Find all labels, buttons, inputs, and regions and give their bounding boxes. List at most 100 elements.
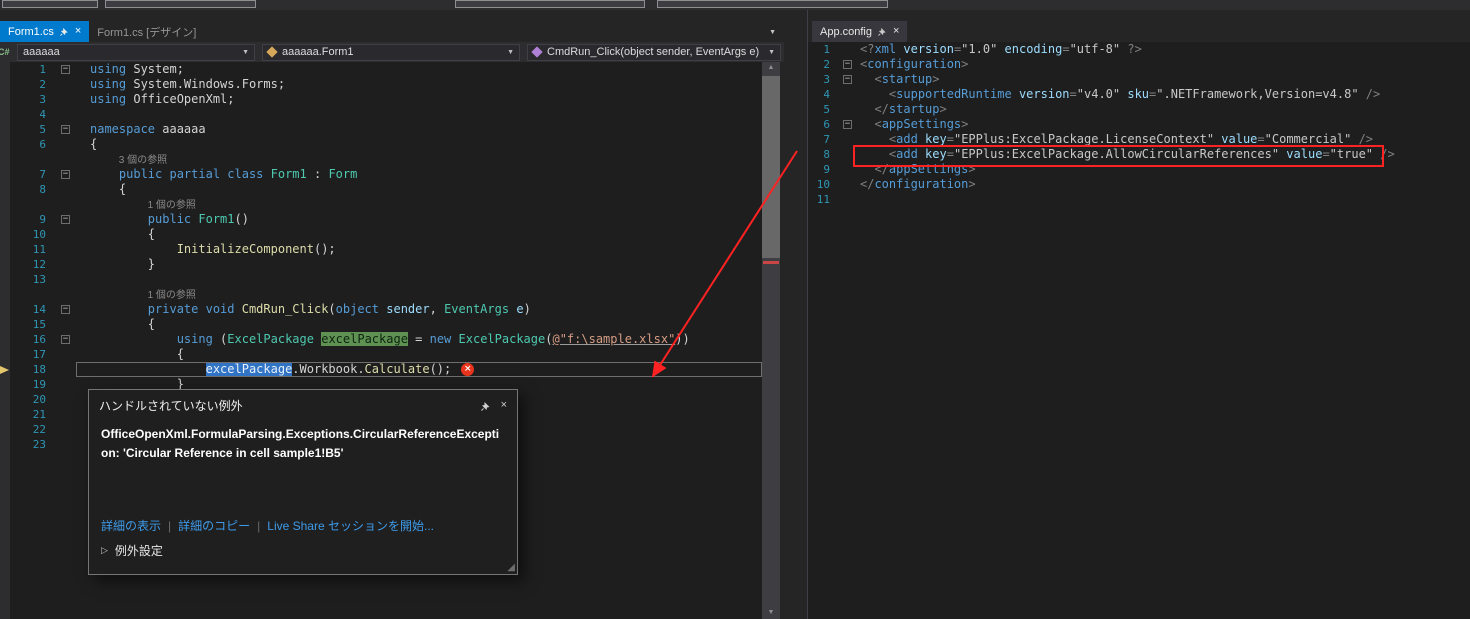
code-text[interactable]: public partial class Form1 : Form (76, 167, 762, 182)
code-line[interactable]: 4 (10, 107, 762, 122)
resize-grip-icon[interactable]: ◢ (507, 562, 515, 573)
code-text[interactable] (76, 107, 762, 122)
fold-collapse-icon[interactable]: − (843, 60, 852, 69)
code-line[interactable]: 3 − <startup> (808, 72, 1470, 87)
fold-toggle[interactable]: − (56, 122, 76, 137)
fold-collapse-icon[interactable]: − (61, 65, 70, 74)
code-line[interactable]: 9 </appSettings> (808, 162, 1470, 177)
toolbar-control-fragment[interactable] (2, 0, 98, 8)
fold-collapse-icon[interactable]: − (61, 170, 70, 179)
fold-toggle[interactable]: − (56, 167, 76, 182)
fold-toggle[interactable]: − (838, 72, 856, 87)
code-text[interactable]: <appSettings> (856, 117, 1470, 132)
member-dropdown[interactable]: CmdRun_Click(object sender, EventArgs e)… (527, 43, 781, 61)
code-line[interactable]: 14 − private void CmdRun_Click(object sen… (10, 302, 762, 317)
exception-error-icon[interactable]: × (461, 363, 475, 376)
code-line[interactable]: 6{ (10, 137, 762, 152)
code-text[interactable]: </configuration> (856, 177, 1470, 192)
pin-icon[interactable] (878, 27, 887, 36)
code-line[interactable]: 17 { (10, 347, 762, 362)
code-text[interactable] (76, 272, 762, 287)
code-text[interactable] (856, 192, 1470, 207)
code-text[interactable]: 3 個の参照 (76, 152, 762, 167)
pin-icon[interactable] (59, 27, 69, 36)
code-line[interactable]: 2 − <configuration> (808, 57, 1470, 72)
code-line[interactable]: 12 } (10, 257, 762, 272)
tab-form1cs-designer[interactable]: Form1.cs [デザイン] (89, 21, 204, 42)
fold-toggle[interactable]: − (56, 332, 76, 347)
code-line[interactable]: 5 </startup> (808, 102, 1470, 117)
code-text[interactable]: <add key="EPPlus:ExcelPackage.AllowCircu… (856, 147, 1470, 162)
code-text[interactable]: <startup> (856, 72, 1470, 87)
code-line[interactable]: 1 <?xml version="1.0" encoding="utf-8" ?> (808, 42, 1470, 57)
code-text[interactable]: } (76, 257, 762, 272)
code-text[interactable]: </startup> (856, 102, 1470, 117)
code-text[interactable]: <add key="EPPlus:ExcelPackage.LicenseCon… (856, 132, 1470, 147)
scroll-down-icon[interactable]: ▼ (762, 607, 780, 619)
code-text[interactable]: public Form1() (76, 212, 762, 227)
code-text[interactable]: { (76, 182, 762, 197)
fold-toggle[interactable]: − (56, 302, 76, 317)
close-icon[interactable]: × (893, 26, 899, 37)
codelens-references[interactable]: 1 個の参照 (90, 288, 196, 303)
code-text[interactable]: using OfficeOpenXml; (76, 92, 762, 107)
link-view-details[interactable]: 詳細の表示 (101, 517, 161, 534)
code-text[interactable]: excelPackage.Workbook.Calculate(); × (76, 362, 762, 377)
fold-collapse-icon[interactable]: − (61, 335, 70, 344)
code-line[interactable]: 1− using System; (10, 62, 762, 77)
fold-collapse-icon[interactable]: − (61, 305, 70, 314)
close-icon[interactable]: × (75, 26, 81, 37)
type-dropdown[interactable]: aaaaaa.Form1 ▼ (262, 43, 520, 61)
codelens-row[interactable]: 3 個の参照 (10, 152, 762, 167)
fold-toggle[interactable]: − (56, 212, 76, 227)
code-text[interactable]: 1 個の参照 (76, 197, 762, 212)
toolbar-control-fragment[interactable] (455, 0, 645, 8)
code-line[interactable]: 2 using System.Windows.Forms; (10, 77, 762, 92)
fold-toggle[interactable]: − (838, 117, 856, 132)
code-editor-appconfig[interactable]: 1 <?xml version="1.0" encoding="utf-8" ?>… (808, 42, 1470, 619)
link-copy-details[interactable]: 詳細のコピー (178, 517, 250, 534)
chevron-down-icon[interactable]: ▼ (769, 29, 776, 36)
exception-settings-expander[interactable]: ▷ 例外設定 (101, 542, 163, 559)
project-dropdown[interactable]: aaaaaa ▼ (17, 43, 255, 61)
code-line[interactable]: 15 { (10, 317, 762, 332)
fold-collapse-icon[interactable]: − (61, 125, 70, 134)
code-text[interactable]: namespace aaaaaa (76, 122, 762, 137)
scroll-up-icon[interactable]: ▲ (762, 62, 780, 74)
codelens-references[interactable]: 1 個の参照 (90, 198, 196, 213)
code-text[interactable]: 1 個の参照 (76, 287, 762, 302)
codelens-row[interactable]: 1 個の参照 (10, 287, 762, 302)
toolbar-control-fragment[interactable] (657, 0, 888, 8)
close-icon[interactable]: × (501, 400, 507, 411)
code-line[interactable]: 7 <add key="EPPlus:ExcelPackage.LicenseC… (808, 132, 1470, 147)
code-text[interactable]: <supportedRuntime version="v4.0" sku=".N… (856, 87, 1470, 102)
code-text[interactable]: { (76, 347, 762, 362)
fold-collapse-icon[interactable]: − (843, 75, 852, 84)
code-line[interactable]: 13 (10, 272, 762, 287)
code-line[interactable]: 16− using (ExcelPackage excelPackage = n… (10, 332, 762, 347)
code-text[interactable]: private void CmdRun_Click(object sender,… (76, 302, 762, 317)
code-text[interactable]: { (76, 137, 762, 152)
code-text[interactable]: InitializeComponent(); (76, 242, 762, 257)
code-text[interactable]: </appSettings> (856, 162, 1470, 177)
code-text[interactable]: <configuration> (856, 57, 1470, 72)
code-line[interactable]: 18 excelPackage.Workbook.Calculate(); × (10, 362, 762, 377)
pane-splitter[interactable] (780, 10, 808, 619)
code-line[interactable]: 10 { (10, 227, 762, 242)
fold-collapse-icon[interactable]: − (61, 215, 70, 224)
codelens-row[interactable]: 1 個の参照 (10, 197, 762, 212)
code-line[interactable]: 11 (808, 192, 1470, 207)
code-line[interactable]: 3 using OfficeOpenXml; (10, 92, 762, 107)
code-text[interactable]: { (76, 317, 762, 332)
scrollbar-thumb[interactable] (762, 76, 780, 258)
code-line[interactable]: 7 − public partial class Form1 : Form (10, 167, 762, 182)
toolbar-control-fragment[interactable] (105, 0, 256, 8)
left-editor-scrollbar[interactable]: ▲ ▼ (762, 62, 780, 619)
pin-icon[interactable] (480, 401, 491, 411)
tab-appconfig[interactable]: App.config × (812, 21, 908, 42)
fold-toggle[interactable]: − (838, 57, 856, 72)
tab-form1cs[interactable]: Form1.cs × (0, 21, 90, 42)
code-line[interactable]: 5− namespace aaaaaa (10, 122, 762, 137)
fold-collapse-icon[interactable]: − (843, 120, 852, 129)
code-line[interactable]: 10 </configuration> (808, 177, 1470, 192)
